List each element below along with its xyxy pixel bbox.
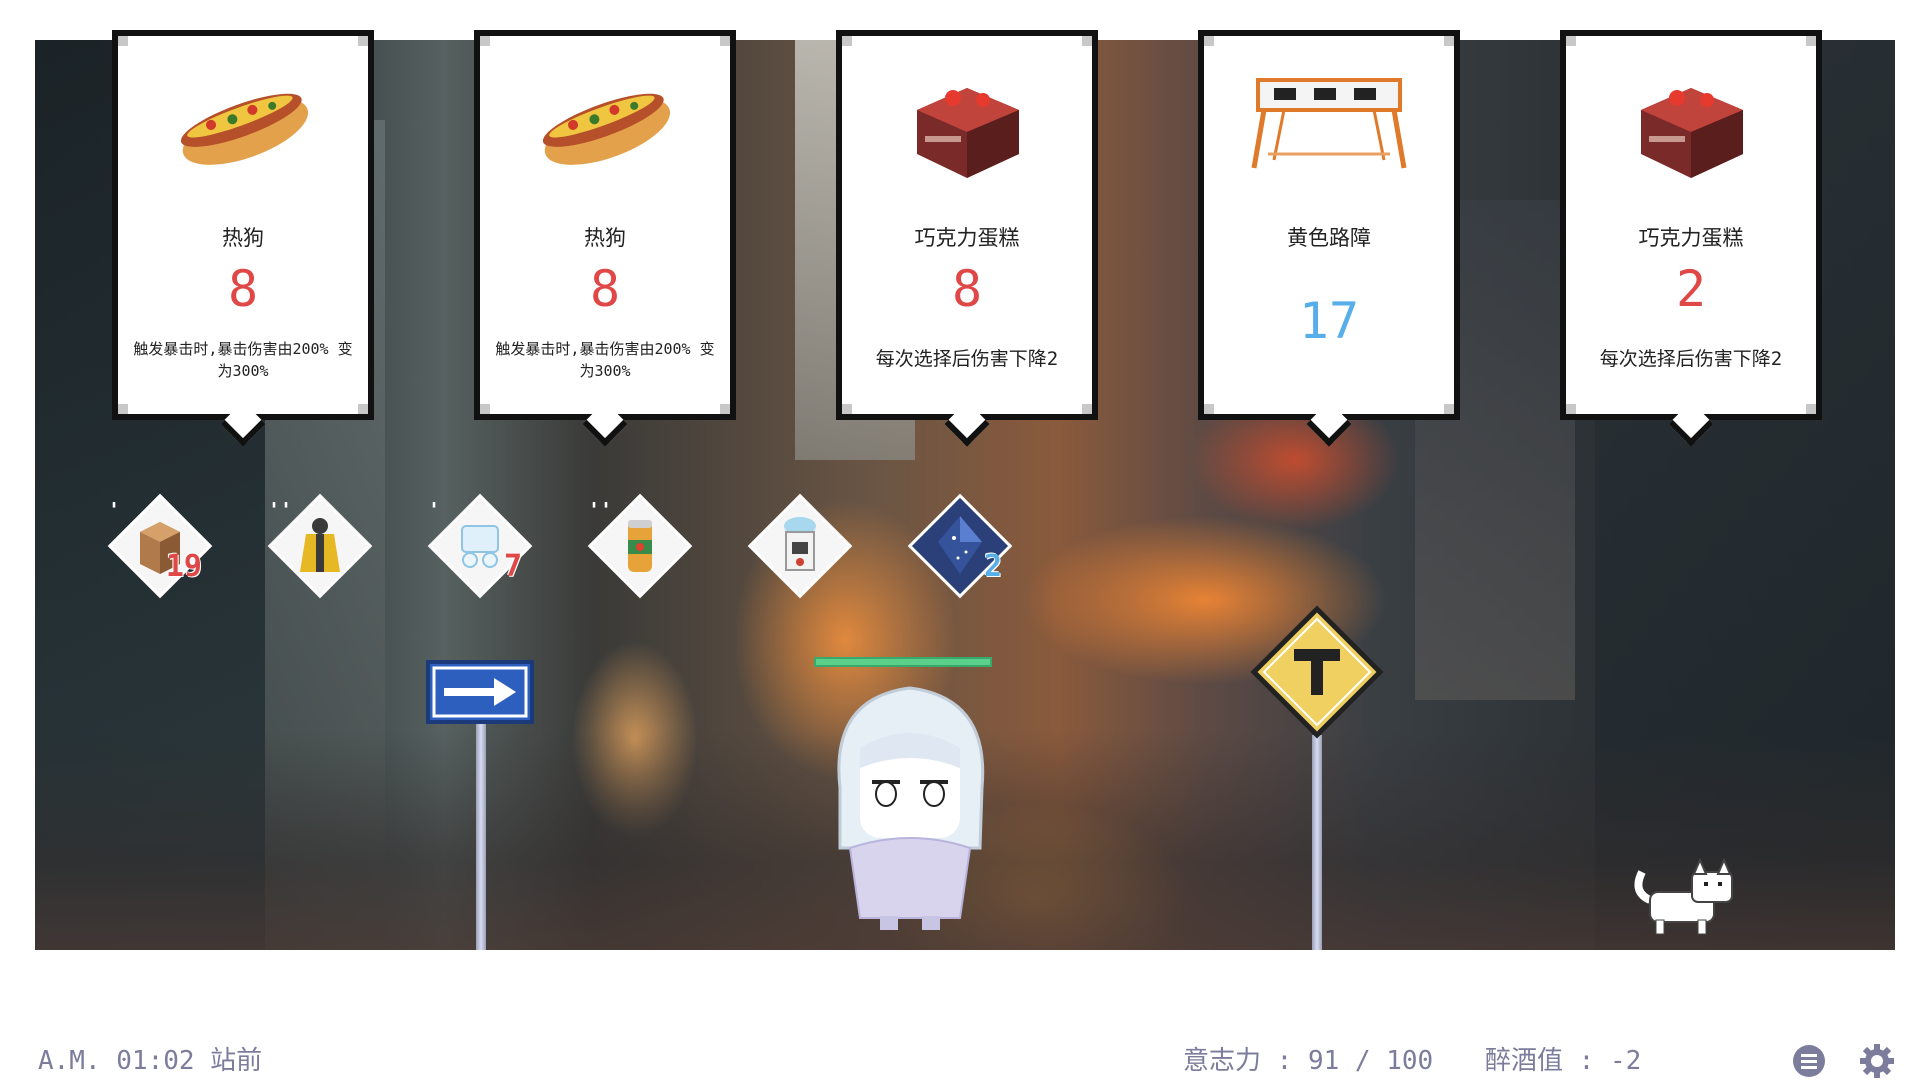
choice-card-1[interactable]: 热狗 8 触发暴击时,暴击伤害由200% 变为300% — [112, 30, 374, 420]
player-hp-bar — [814, 657, 992, 667]
willpower-stat: 意志力 : 91 / 100 — [1183, 1046, 1434, 1076]
time-location-label: A.M. 01:02 站前 — [38, 1046, 263, 1076]
item-count: 19 — [165, 549, 202, 584]
choice-card-3[interactable]: 巧克力蛋糕 8 每次选择后伤害下降2 — [836, 30, 1098, 420]
sign-pole — [1312, 735, 1322, 950]
card-description: 触发暴击时,暴击伤害由200% 变为300% — [133, 340, 353, 380]
choice-card-2[interactable]: 热狗 8 触发暴击时,暴击伤害由200% 变为300% — [474, 30, 736, 420]
card-damage: 8 — [227, 260, 259, 318]
chocolate-cake-icon — [1641, 88, 1743, 178]
cat-sprite — [1634, 857, 1733, 935]
inventory-slot-2[interactable] — [271, 497, 369, 595]
crystal-icon — [938, 516, 982, 574]
gashapon-machine-icon — [784, 517, 816, 571]
raincoat-person-icon — [300, 518, 340, 572]
soda-can-icon — [628, 520, 652, 572]
card-description: 触发暴击时,暴击伤害由200% 变为300% — [495, 340, 715, 380]
list-menu-icon[interactable] — [1792, 1044, 1826, 1078]
card-damage: 8 — [951, 260, 983, 318]
inventory-slot-5[interactable] — [751, 497, 849, 595]
settings-gear-icon[interactable] — [1860, 1044, 1894, 1078]
drunk-stat: 醉酒值 : -2 — [1485, 1046, 1642, 1076]
card-description: 每次选择后伤害下降2 — [1599, 348, 1783, 370]
card-name: 黄色路障 — [1287, 226, 1371, 250]
card-name: 巧克力蛋糕 — [914, 226, 1020, 250]
inventory-slot-6[interactable]: 2 — [911, 497, 1009, 595]
item-count: 2 — [983, 549, 1002, 584]
card-damage: 2 — [1675, 260, 1707, 318]
chocolate-cake-icon — [917, 88, 1019, 178]
t-junction-sign-icon — [1250, 605, 1384, 739]
player-character — [837, 686, 985, 930]
card-damage: 8 — [589, 260, 621, 318]
roadblock-icon — [1251, 78, 1407, 169]
hotdog-icon — [180, 93, 309, 165]
card-name: 巧克力蛋糕 — [1638, 226, 1744, 250]
card-name: 热狗 — [584, 226, 626, 250]
inventory-slot-1[interactable]: 19 — [111, 497, 209, 595]
card-damage: 17 — [1298, 292, 1360, 350]
choice-card-5[interactable]: 巧克力蛋糕 2 每次选择后伤害下降2 — [1560, 30, 1822, 420]
right-arrow-sign-icon — [426, 660, 534, 724]
sign-pole — [476, 720, 486, 950]
item-count: 7 — [503, 549, 522, 584]
inventory-slot-3[interactable]: 7 — [431, 497, 529, 595]
hotdog-icon — [542, 93, 671, 165]
inventory-slot-4[interactable] — [591, 497, 689, 595]
card-name: 热狗 — [222, 226, 264, 250]
card-description: 每次选择后伤害下降2 — [875, 348, 1059, 370]
choice-card-4[interactable]: 黄色路障 17 — [1198, 30, 1460, 420]
game-controller-icon — [461, 525, 499, 568]
